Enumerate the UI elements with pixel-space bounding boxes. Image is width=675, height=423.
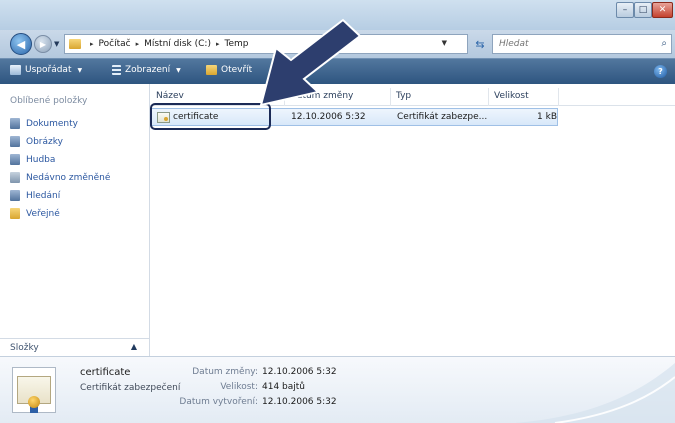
open-label: Otevřít (221, 65, 253, 75)
back-arrow-icon: ◀ (16, 37, 26, 51)
breadcrumb-separator[interactable]: ▸ (136, 40, 140, 48)
folders-toggle[interactable]: Složky ▲ (0, 338, 149, 356)
seal-icon (28, 396, 40, 408)
nav-item-public[interactable]: Veřejné (10, 208, 60, 219)
file-date: 12.10.2006 5:32 (291, 112, 366, 122)
column-header-date[interactable]: Datum změny (290, 91, 353, 101)
address-row: ◀ ▶ ▼ ▸ Počítač ▸ Místní disk (C:) ▸ Tem… (0, 30, 675, 58)
history-dropdown-icon[interactable]: ▼ (54, 40, 59, 48)
help-icon: ? (658, 67, 663, 76)
help-button[interactable]: ? (654, 65, 667, 78)
detail-modified-value: 12.10.2006 5:32 (262, 367, 337, 377)
folders-label: Složky (10, 342, 39, 353)
breadcrumb-computer[interactable]: Počítač (99, 39, 131, 49)
music-icon (10, 154, 20, 165)
nav-item-recently-changed[interactable]: Nedávno změněné (10, 172, 110, 183)
refresh-button[interactable]: ⇆ (470, 34, 490, 54)
file-list: Název Datum změny Typ Velikost certifica… (150, 84, 675, 356)
command-toolbar: Uspořádat ▼ Zobrazení ▼ Otevřít ? (0, 58, 675, 84)
favorites-title: Oblíbené položky (10, 96, 88, 106)
public-folder-icon (10, 208, 20, 219)
open-button[interactable]: Otevřít (206, 65, 252, 75)
detail-created-value: 12.10.2006 5:32 (262, 397, 337, 407)
column-header-name[interactable]: Název (156, 91, 184, 101)
minimize-button[interactable]: – (616, 2, 634, 18)
maximize-button[interactable]: □ (634, 2, 652, 18)
column-divider[interactable] (390, 88, 391, 106)
nav-item-label: Nedávno změněné (26, 172, 111, 183)
explorer-window: – □ ✕ ◀ ▶ ▼ ▸ Počítač ▸ Místní disk (C:)… (0, 0, 675, 423)
nav-item-label: Dokumenty (26, 118, 78, 129)
details-pane: certificate Certifikát zabezpečení Datum… (0, 356, 675, 423)
column-header-size[interactable]: Velikost (494, 91, 529, 101)
column-header-type[interactable]: Typ (396, 91, 411, 101)
nav-item-label: Veřejné (26, 208, 60, 219)
close-button[interactable]: ✕ (652, 2, 673, 18)
forward-button[interactable]: ▶ (34, 35, 52, 53)
views-label: Zobrazení (125, 65, 171, 75)
nav-item-documents[interactable]: Dokumenty (10, 118, 78, 129)
documents-icon (10, 118, 20, 129)
recent-icon (10, 172, 20, 183)
organize-button[interactable]: Uspořádat ▼ (10, 65, 82, 75)
column-divider[interactable] (558, 88, 559, 106)
search-input[interactable] (499, 39, 649, 49)
detail-modified-label: Datum změny: (192, 367, 258, 377)
forward-arrow-icon: ▶ (39, 39, 47, 49)
nav-item-label: Hledání (26, 190, 61, 201)
certificate-thumbnail (12, 367, 56, 413)
breadcrumb-separator[interactable]: ▸ (90, 40, 94, 48)
chevron-down-icon: ▼ (77, 66, 83, 74)
detail-size-value: 414 bajtů (262, 382, 306, 392)
breadcrumb-local-disk[interactable]: Místní disk (C:) (144, 39, 211, 49)
file-type: Certifikát zabezpe... (397, 112, 488, 122)
chevron-down-icon: ▼ (176, 66, 181, 74)
chevron-up-icon: ▲ (130, 342, 137, 351)
address-bar[interactable]: ▸ Počítač ▸ Místní disk (C:) ▸ Temp ▼ (64, 34, 468, 54)
navigation-pane: Oblíbené položky Dokumenty Obrázky Hudba… (0, 84, 150, 356)
refresh-icon: ⇆ (475, 37, 485, 51)
nav-item-label: Hudba (26, 154, 56, 165)
detail-size-label: Velikost: (220, 382, 258, 392)
searches-icon (10, 190, 20, 201)
address-dropdown-icon[interactable]: ▼ (442, 39, 447, 47)
file-size: 1 kB (537, 112, 557, 122)
back-button[interactable]: ◀ (10, 33, 32, 55)
organize-label: Uspořádat (25, 65, 72, 75)
nav-item-label: Obrázky (26, 136, 63, 147)
search-icon[interactable]: ⌕ (661, 38, 667, 49)
breadcrumb-temp[interactable]: Temp (224, 39, 248, 49)
breadcrumb-separator[interactable]: ▸ (216, 40, 220, 48)
column-divider[interactable] (488, 88, 489, 106)
title-bar: – □ ✕ (0, 0, 675, 30)
folder-icon (69, 39, 81, 49)
detail-file-name: certificate (80, 367, 131, 378)
nav-item-pictures[interactable]: Obrázky (10, 136, 63, 147)
pictures-icon (10, 136, 20, 147)
views-button[interactable]: Zobrazení ▼ (112, 65, 181, 75)
search-box[interactable]: ⌕ (492, 34, 672, 54)
folder-icon (206, 65, 217, 75)
detail-created-label: Datum vytvoření: (179, 397, 258, 407)
views-icon (112, 65, 121, 75)
nav-item-searches[interactable]: Hledání (10, 190, 60, 201)
column-divider[interactable] (284, 88, 285, 106)
nav-item-music[interactable]: Hudba (10, 154, 55, 165)
decorative-swoosh (515, 363, 675, 423)
highlight-outline (150, 103, 271, 130)
organize-icon (10, 65, 21, 75)
